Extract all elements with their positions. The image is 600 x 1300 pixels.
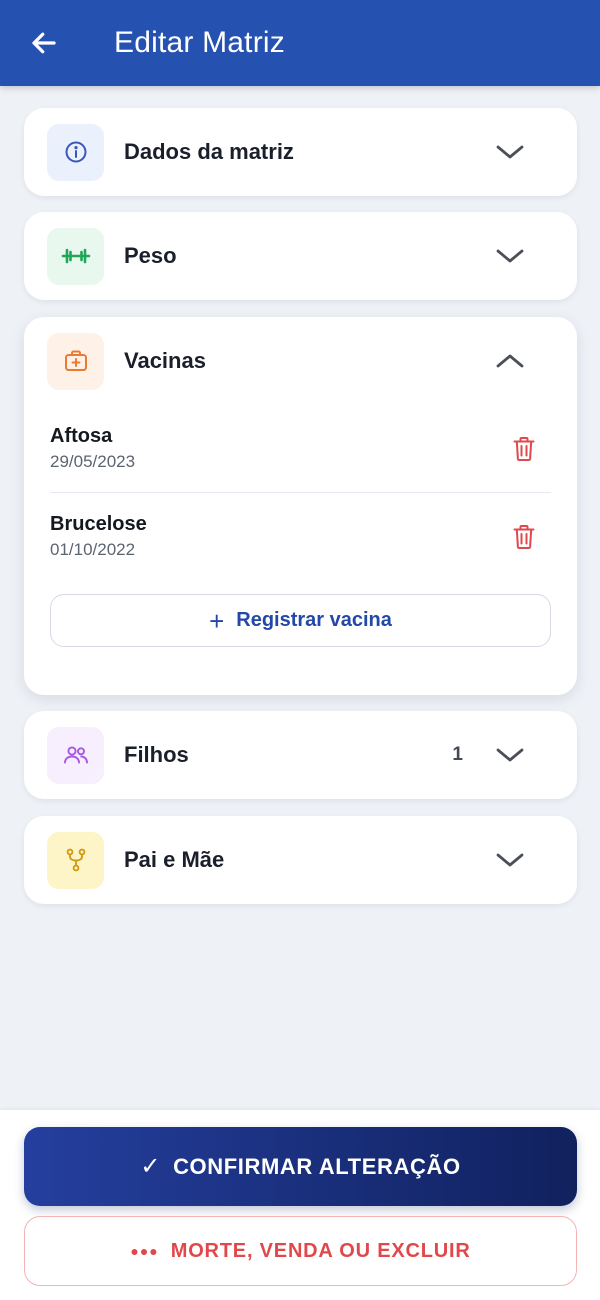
back-button[interactable]	[24, 23, 64, 63]
icon-box	[47, 332, 104, 390]
check-icon: ✓	[140, 1153, 162, 1180]
chevron-down-icon[interactable]	[495, 142, 525, 162]
section-card-dados: Dados da matriz	[24, 108, 577, 196]
icon-box	[47, 831, 104, 889]
section-card-filhos: Filhos 1	[24, 711, 577, 799]
medical-kit-icon	[64, 350, 87, 371]
delete-vaccine-button[interactable]	[511, 434, 537, 464]
chevron-down-icon[interactable]	[495, 246, 525, 266]
section-card-pais: Pai e Mãe	[24, 816, 577, 904]
trash-icon	[513, 524, 535, 549]
section-card-peso: Peso	[24, 212, 577, 300]
plus-icon: +	[209, 605, 225, 636]
section-title: Filhos	[124, 742, 189, 767]
delete-vaccine-button[interactable]	[511, 522, 537, 552]
section-title: Pai e Mãe	[124, 847, 225, 872]
vaccine-list: Aftosa 29/05/2023 Brucelose 01/10/2022	[24, 405, 577, 580]
section-title: Vacinas	[124, 348, 206, 373]
branch-icon	[66, 848, 85, 872]
danger-label: MORTE, VENDA OU EXCLUIR	[170, 1239, 471, 1262]
register-vaccine-button[interactable]: + Registrar vacina	[50, 594, 551, 647]
icon-box	[47, 227, 104, 285]
section-header-dados[interactable]: Dados da matriz	[24, 108, 577, 196]
arrow-left-icon	[32, 32, 56, 54]
icon-box	[47, 726, 104, 784]
trash-icon	[513, 436, 535, 461]
confirm-label: CONFIRMAR ALTERAÇÃO	[173, 1153, 461, 1179]
bottom-action-bar: ✓ CONFIRMAR ALTERAÇÃO ●●● MORTE, VENDA O…	[0, 1110, 600, 1300]
vaccine-date: 01/10/2022	[50, 540, 136, 559]
chevron-down-icon[interactable]	[495, 745, 525, 765]
users-icon	[63, 746, 88, 764]
section-title: Peso	[124, 243, 177, 268]
vaccine-item: Brucelose 01/10/2022	[50, 492, 551, 580]
section-header-peso[interactable]: Peso	[24, 212, 577, 300]
vaccine-name: Brucelose	[50, 513, 147, 535]
section-header-filhos[interactable]: Filhos 1	[24, 711, 577, 799]
icon-box	[47, 123, 104, 181]
chevron-down-icon[interactable]	[495, 850, 525, 870]
page-title: Editar Matriz	[114, 26, 285, 59]
children-count: 1	[452, 744, 463, 765]
more-dots-icon: ●●●	[130, 1243, 159, 1259]
confirm-change-button[interactable]: ✓ CONFIRMAR ALTERAÇÃO	[24, 1127, 577, 1206]
vaccine-date: 29/05/2023	[50, 452, 136, 471]
vaccine-name: Aftosa	[50, 425, 113, 447]
chevron-up-icon[interactable]	[495, 351, 525, 371]
section-title: Dados da matriz	[124, 139, 294, 164]
dumbbell-icon	[61, 248, 90, 264]
section-header-pais[interactable]: Pai e Mãe	[24, 816, 577, 904]
register-vaccine-label: Registrar vacina	[236, 609, 392, 631]
section-card-vacinas: Vacinas Aftosa 29/05/2023 Brucelose 01/1…	[24, 317, 577, 695]
app-bar: Editar Matriz	[0, 0, 600, 86]
section-header-vacinas[interactable]: Vacinas	[24, 317, 577, 405]
info-icon	[65, 141, 86, 163]
vaccine-item: Aftosa 29/05/2023	[50, 405, 551, 492]
death-sale-delete-button[interactable]: ●●● MORTE, VENDA OU EXCLUIR	[24, 1216, 577, 1286]
